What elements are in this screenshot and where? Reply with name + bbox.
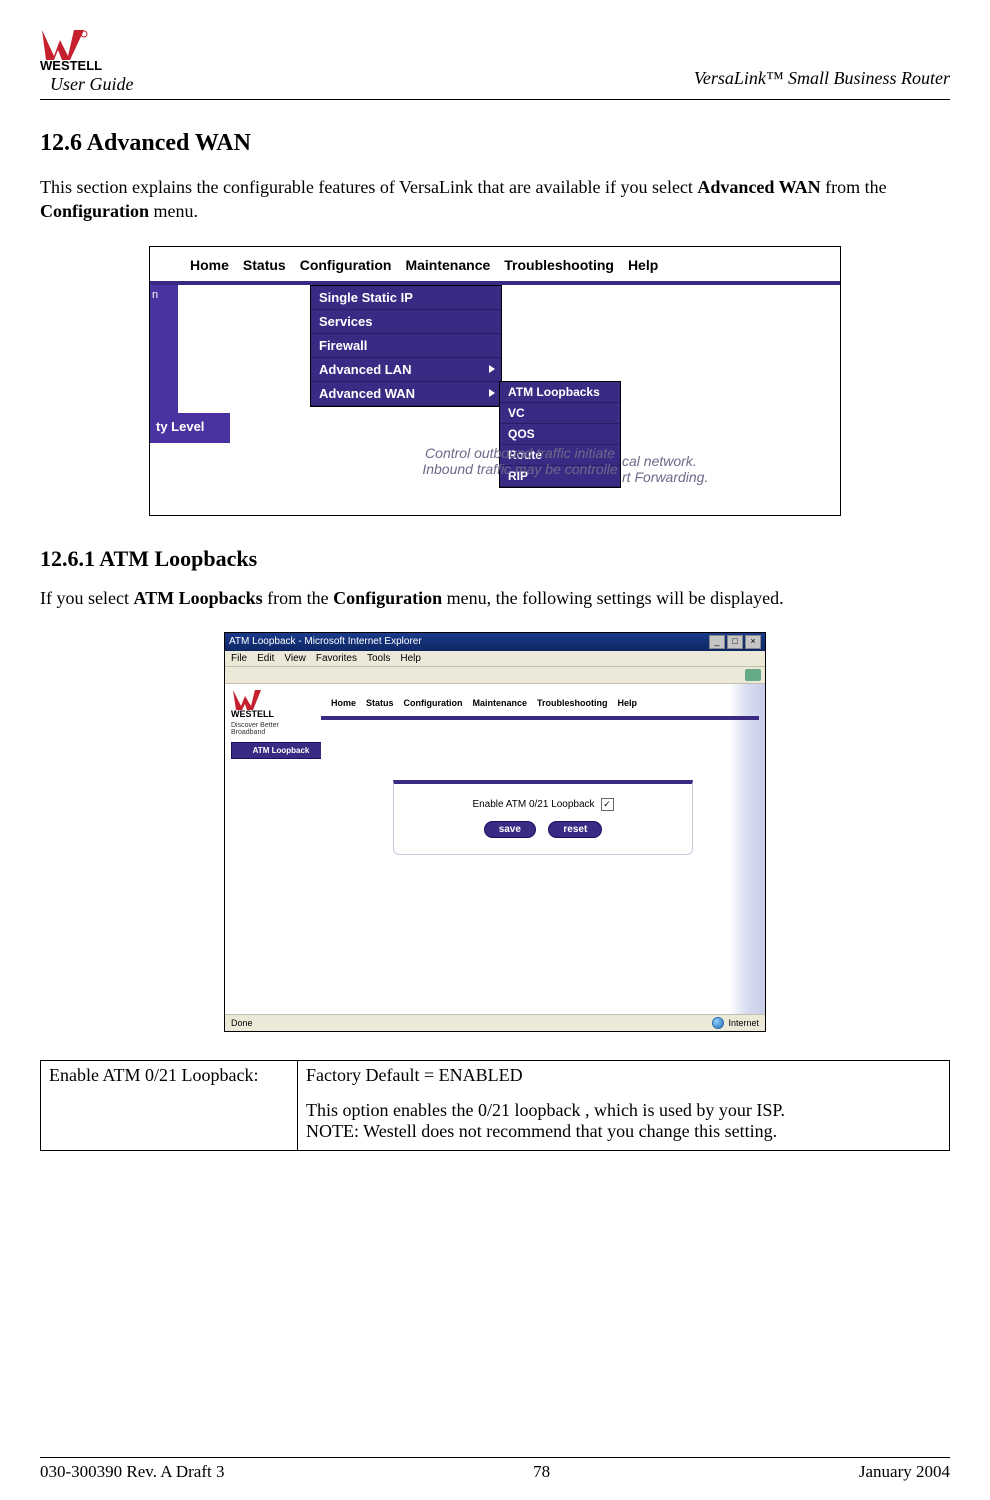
- blurb-l1-left: Control outbound traffic initiate: [425, 445, 615, 461]
- tab-troubleshooting[interactable]: Troubleshooting: [504, 257, 614, 273]
- footer-left: 030-300390 Rev. A Draft 3: [40, 1462, 224, 1482]
- small-logo-word: WESTELL: [231, 709, 274, 718]
- blurb-l2-right: rt Forwarding.: [622, 469, 708, 485]
- s2-tab-configuration[interactable]: Configuration: [404, 698, 463, 708]
- tab-help[interactable]: Help: [628, 257, 658, 273]
- tab-maintenance[interactable]: Maintenance: [405, 257, 490, 273]
- save-button[interactable]: save: [484, 821, 536, 838]
- table-row: Enable ATM 0/21 Loopback: Factory Defaul…: [41, 1060, 950, 1150]
- enable-atm-checkbox[interactable]: ✓: [601, 798, 614, 811]
- tab-status[interactable]: Status: [243, 257, 286, 273]
- intro-paragraph: This section explains the configurable f…: [40, 175, 950, 224]
- atm-loopback-chip[interactable]: ATM Loopback: [231, 742, 331, 759]
- product-title: VersaLink™ Small Business Router: [694, 68, 950, 95]
- intro-pre: This section explains the configurable f…: [40, 177, 697, 197]
- westell-small-logo-icon: WESTELL: [231, 690, 311, 718]
- background-blurb: Control outbound traffic initiate Inboun…: [250, 445, 790, 477]
- intro-bold-1: Advanced WAN: [697, 177, 820, 197]
- menu-advanced-lan[interactable]: Advanced LAN: [311, 358, 501, 382]
- atm-loopback-panel: Enable ATM 0/21 Loopback ✓ save reset: [393, 780, 693, 855]
- footer-right: January 2004: [859, 1462, 950, 1482]
- blurb-l1-right: cal network.: [622, 453, 697, 469]
- ty-level-fragment: ty Level: [150, 413, 230, 443]
- p2-post: menu, the following settings will be dis…: [442, 588, 783, 608]
- s2-tab-status[interactable]: Status: [366, 698, 394, 708]
- tagline: Discover Better Broadband: [231, 722, 315, 736]
- go-button-icon[interactable]: [745, 669, 761, 681]
- subsection-heading: 12.6.1 ATM Loopbacks: [40, 546, 950, 572]
- section-heading: 12.6 Advanced WAN: [40, 130, 950, 157]
- ie-menu-file[interactable]: File: [231, 653, 247, 664]
- ie-menu-help[interactable]: Help: [400, 653, 421, 664]
- ie-menu-favorites[interactable]: Favorites: [316, 653, 357, 664]
- option-desc: Factory Default = ENABLED This option en…: [298, 1060, 950, 1150]
- footer-center: 78: [533, 1462, 550, 1482]
- status-internet: Internet: [728, 1018, 759, 1028]
- option-name: Enable ATM 0/21 Loopback:: [41, 1060, 298, 1150]
- s2-tab-help[interactable]: Help: [618, 698, 638, 708]
- background-blurb-right: cal network. rt Forwarding.: [622, 453, 708, 485]
- opt-line3: NOTE: Westell does not recommend that yo…: [306, 1121, 941, 1142]
- logo-word: WESTELL: [40, 58, 102, 72]
- options-table: Enable ATM 0/21 Loopback: Factory Defaul…: [40, 1060, 950, 1151]
- ie-menu-edit[interactable]: Edit: [257, 653, 274, 664]
- intro-mid: from the: [821, 177, 887, 197]
- p2-bold-2: Configuration: [333, 588, 442, 608]
- screenshot-atm-loopback-window: ATM Loopback - Microsoft Internet Explor…: [224, 632, 766, 1032]
- intro-post: menu.: [149, 201, 198, 221]
- close-icon[interactable]: ×: [745, 635, 761, 649]
- subsection-paragraph: If you select ATM Loopbacks from the Con…: [40, 586, 950, 610]
- tab-home[interactable]: Home: [190, 257, 229, 273]
- screenshot-advanced-wan-menu: Home Status Configuration Maintenance Tr…: [149, 246, 841, 516]
- left-fragment-top: n: [152, 289, 158, 301]
- submenu-vc[interactable]: VC: [500, 403, 620, 424]
- p2-bold-1: ATM Loopbacks: [133, 588, 262, 608]
- submenu-atm-loopbacks[interactable]: ATM Loopbacks: [500, 382, 620, 403]
- s2-tab-maintenance[interactable]: Maintenance: [473, 698, 528, 708]
- submenu-qos[interactable]: QOS: [500, 424, 620, 445]
- configuration-dropdown: Single Static IP Services Firewall Advan…: [310, 285, 502, 407]
- window-title: ATM Loopback - Microsoft Internet Explor…: [229, 636, 422, 647]
- minimize-icon[interactable]: _: [709, 635, 725, 649]
- menu-services[interactable]: Services: [311, 310, 501, 334]
- reset-button[interactable]: reset: [548, 821, 602, 838]
- menu-firewall[interactable]: Firewall: [311, 334, 501, 358]
- internet-zone-icon: [712, 1017, 724, 1029]
- user-guide-label: User Guide: [50, 74, 134, 95]
- s2-tab-home[interactable]: Home: [331, 698, 356, 708]
- maximize-icon[interactable]: □: [727, 635, 743, 649]
- westell-logo-icon: WESTELL: [40, 30, 130, 72]
- tab-configuration[interactable]: Configuration: [300, 257, 392, 273]
- menu-advanced-wan[interactable]: Advanced WAN: [311, 382, 501, 406]
- p2-mid: from the: [263, 588, 333, 608]
- enable-atm-label: Enable ATM 0/21 Loopback: [472, 799, 594, 810]
- ie-menu-view[interactable]: View: [284, 653, 306, 664]
- s2-tab-troubleshooting[interactable]: Troubleshooting: [537, 698, 608, 708]
- blurb-l2-left: Inbound traffic may be controlle: [422, 461, 617, 477]
- opt-line1: Factory Default = ENABLED: [306, 1065, 941, 1086]
- intro-bold-2: Configuration: [40, 201, 149, 221]
- status-done: Done: [231, 1018, 253, 1028]
- p2-pre: If you select: [40, 588, 133, 608]
- ie-menu-tools[interactable]: Tools: [367, 653, 390, 664]
- opt-line2: This option enables the 0/21 loopback , …: [306, 1100, 941, 1121]
- menu-single-static-ip[interactable]: Single Static IP: [311, 286, 501, 310]
